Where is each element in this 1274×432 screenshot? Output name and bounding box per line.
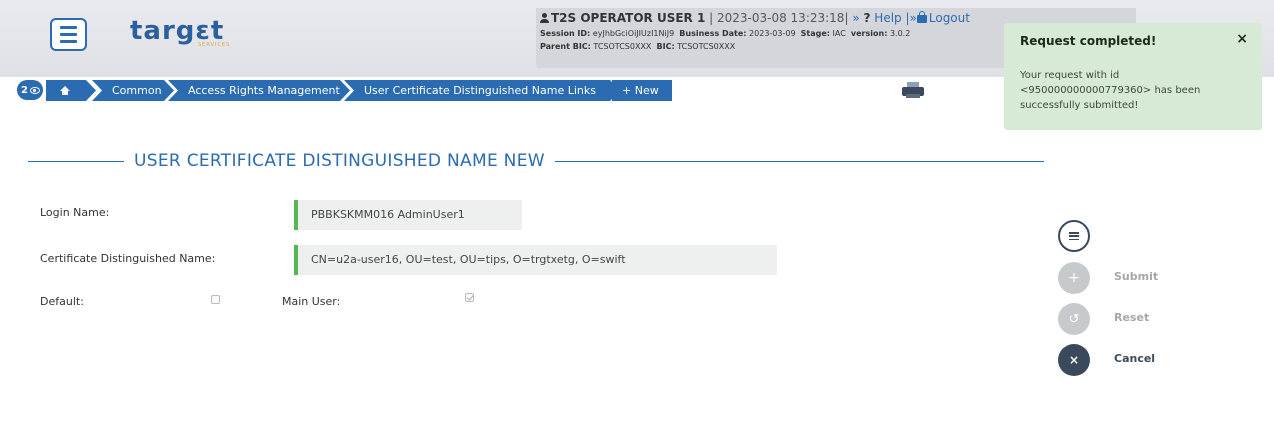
main-user-checkbox[interactable] — [465, 293, 474, 302]
submit-label[interactable]: Submit — [1114, 270, 1158, 283]
title-divider-right — [554, 160, 1044, 162]
breadcrumb-new[interactable]: + New — [612, 80, 672, 101]
open-windows-badge[interactable]: 2 — [17, 80, 43, 100]
close-icon[interactable]: × — [1236, 31, 1248, 47]
list-icon — [1069, 232, 1079, 240]
cancel-button[interactable]: × — [1058, 344, 1090, 376]
user-icon — [540, 13, 549, 23]
parent-bic-label: Parent BIC: — [540, 42, 591, 51]
plus-icon: + — [1068, 270, 1080, 286]
cert-dn-field: CN=u2a-user16, OU=test, OU=tips, O=trgtx… — [294, 245, 777, 275]
help-question-icon: ? — [863, 11, 871, 25]
eye-icon — [29, 86, 40, 94]
logout-link[interactable]: Logout — [916, 11, 970, 25]
user-name: T2S OPERATOR USER 1 — [551, 11, 706, 25]
bic-label: BIC: — [656, 42, 675, 51]
list-view-button[interactable] — [1058, 220, 1090, 252]
reset-button[interactable]: ↺ — [1058, 303, 1090, 335]
logout-label: Logout — [928, 11, 970, 25]
session-id-label: Session ID: — [540, 29, 591, 38]
title-divider-left — [28, 160, 124, 162]
home-icon — [60, 86, 70, 95]
help-prefix: » — [852, 11, 860, 25]
submit-button[interactable]: + — [1058, 262, 1090, 294]
session-datetime: | 2023-03-08 13:23:18| — [709, 11, 849, 25]
logo-subtitle: SERVICES — [198, 42, 231, 48]
open-windows-count: 2 — [21, 84, 28, 96]
breadcrumb-home[interactable] — [46, 80, 96, 101]
close-x-icon: × — [1068, 353, 1080, 367]
default-label: Default: — [40, 295, 84, 308]
bic-value: TCSOTCS0XXX — [677, 42, 736, 51]
lock-icon — [916, 11, 927, 23]
main-user-label: Main User: — [282, 295, 341, 308]
menu-icon[interactable] — [50, 18, 87, 51]
page-title: USER CERTIFICATE DISTINGUISHED NAME NEW — [134, 151, 545, 171]
version-value: 3.0.2 — [889, 29, 911, 38]
business-date-value: 2023-03-09 — [749, 29, 796, 38]
undo-icon: ↺ — [1068, 311, 1080, 327]
breadcrumb-common[interactable]: Common — [92, 80, 174, 101]
reset-label[interactable]: Reset — [1114, 311, 1149, 324]
login-name-field: PBBKSKMM016 AdminUser1 — [294, 200, 522, 230]
stage-label: Stage: — [800, 29, 830, 38]
help-label: Help — [874, 11, 902, 25]
session-id-value: eyJhbGciOiJIUzI1NiJ9 — [592, 29, 675, 38]
version-label: version: — [850, 29, 888, 38]
notification-message: Your request with id <950000000000779360… — [1020, 70, 1201, 111]
help-link[interactable]: ? Help — [864, 11, 902, 25]
cancel-label[interactable]: Cancel — [1114, 352, 1155, 365]
breadcrumb-access-rights-management[interactable]: Access Rights Management — [168, 80, 350, 101]
parent-bic-value: TCSOTCS0XXX — [593, 42, 652, 51]
success-notification: Request completed! × Your request with i… — [1004, 23, 1262, 130]
notification-title: Request completed! — [1020, 34, 1157, 48]
default-checkbox[interactable] — [211, 295, 220, 304]
business-date-label: Business Date: — [679, 29, 747, 38]
printer-icon[interactable] — [902, 82, 924, 98]
page-title-bar: USER CERTIFICATE DISTINGUISHED NAME NEW — [28, 150, 1044, 172]
cert-dn-label: Certificate Distinguished Name: — [40, 252, 216, 265]
breadcrumb-user-certificate-dn-links[interactable]: User Certificate Distinguished Name Link… — [344, 80, 620, 101]
login-name-label: Login Name: — [40, 206, 110, 219]
stage-value: IAC — [832, 29, 846, 38]
logout-prefix: |» — [905, 11, 917, 25]
